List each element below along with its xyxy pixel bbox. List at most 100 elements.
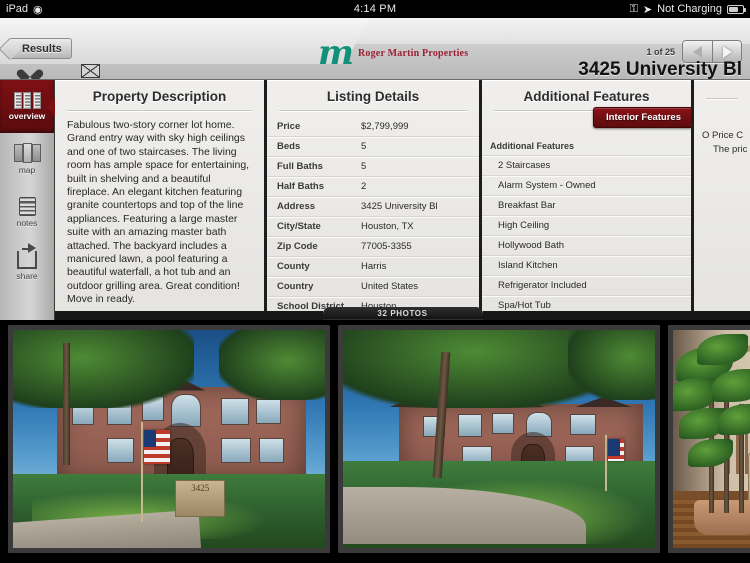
pager-count-label: 1 of 25	[646, 46, 675, 57]
american-flag	[144, 430, 171, 465]
list-item: Alarm System - Owned	[482, 176, 691, 196]
table-row: Full Baths 5	[267, 157, 479, 177]
detail-area: overview map notes share Property Descri…	[0, 80, 750, 320]
row-value: 5	[361, 161, 367, 172]
tree-canopy	[567, 330, 655, 400]
photos-tab-handle[interactable]: 32 PHOTOS	[322, 307, 483, 320]
location-arrow-icon: ➤	[642, 3, 653, 16]
contact-button[interactable]: Contact	[68, 62, 112, 79]
save-button[interactable]: Save	[8, 62, 52, 79]
sidebar-item-map-label: map	[18, 165, 36, 175]
additional-features-panel: Additional Features Interior Features Ad…	[482, 80, 694, 320]
brand-logo: m Roger Martin Properties	[318, 36, 469, 70]
table-row: Beds 5	[267, 137, 479, 157]
table-row: City/State Houston, TX	[267, 217, 479, 237]
share-arrow-icon	[17, 242, 37, 269]
table-row: Half Baths 2	[267, 177, 479, 197]
toolbar-actions: Save Contact	[8, 62, 112, 79]
photo-thumbnail[interactable]	[338, 325, 660, 553]
listing-details-table: Price $2,799,999 Beds 5 Full Baths 5 Half B…	[267, 117, 479, 320]
sidebar-item-map[interactable]: map	[0, 133, 54, 186]
photo-strip[interactable]: 3425	[0, 320, 750, 563]
front-exterior-with-flag-photo: 3425	[13, 330, 325, 548]
columns-icon	[13, 92, 41, 109]
row-value: United States	[361, 281, 419, 292]
sidebar-item-overview-label: overview	[8, 111, 46, 121]
listing-details-title: Listing Details	[326, 89, 420, 104]
list-item: Breakfast Bar	[482, 196, 691, 216]
row-value: 77005-3355	[361, 241, 412, 252]
triangle-right-icon	[722, 45, 732, 58]
photo-thumbnail[interactable]	[668, 325, 750, 553]
overview-panels: Property Description Fabulous two-story …	[55, 80, 750, 320]
divider	[279, 110, 467, 111]
status-bar: iPad ◉ 4:14 PM ⚿ ➤ Not Charging	[0, 0, 750, 18]
row-value: 2	[361, 181, 367, 192]
folded-map-icon	[13, 143, 41, 163]
property-description-title: Property Description	[92, 89, 227, 104]
row-value: Harris	[361, 261, 387, 272]
list-item: Refrigerator Included	[482, 276, 691, 296]
tree-canopy	[218, 330, 325, 400]
table-row: Price $2,799,999	[267, 117, 479, 137]
listing-header: 3425 University Bl $2.8m · 5 bed · 5 bat…	[578, 59, 742, 80]
page-title: 3425 University Bl	[578, 59, 742, 80]
divider	[706, 98, 738, 99]
tree-trunk	[62, 343, 70, 466]
tree-canopy	[13, 330, 194, 409]
sidebar-item-notes[interactable]: notes	[0, 186, 54, 239]
interior-entry-plant-photo	[673, 330, 750, 548]
list-item: High Ceiling	[482, 216, 691, 236]
tab-shoulder-left	[55, 311, 323, 320]
list-item: Hollywood Bath	[482, 236, 691, 256]
row-key: Country	[277, 281, 314, 292]
row-key: Beds	[277, 141, 301, 152]
sidebar-item-share-label: share	[16, 270, 38, 281]
list-item: Island Kitchen	[482, 256, 691, 276]
divider	[67, 110, 252, 111]
row-key: Zip Code	[277, 241, 318, 252]
brand-name-label: Roger Martin Properties	[357, 47, 469, 59]
additional-features-title: Additional Features	[523, 89, 650, 104]
flag-pole	[140, 421, 143, 522]
table-row: County Harris	[267, 257, 479, 277]
row-value: 5	[361, 141, 367, 152]
heart-icon	[8, 62, 52, 79]
left-sidebar: overview map notes share	[0, 80, 55, 320]
app-toolbar: Results Save Contact m Roger Martin Prop…	[0, 18, 750, 80]
envelope-icon	[68, 62, 112, 79]
row-value: Houston, TX	[361, 221, 414, 232]
row-key: City/State	[277, 221, 321, 232]
table-row: Address 3425 University Bl	[267, 197, 479, 217]
row-key: Price	[277, 121, 301, 132]
interior-features-tab[interactable]: Interior Features	[593, 107, 691, 128]
row-key: Full Baths	[277, 161, 323, 172]
list-item: 2 Staircases	[482, 156, 691, 176]
row-key: Address	[277, 201, 316, 212]
rotation-lock-icon: ⚿	[629, 2, 638, 15]
notepad-icon	[18, 197, 36, 216]
price-change-line-1: O Price C	[702, 130, 744, 141]
sidebar-item-notes-label: notes	[16, 218, 38, 228]
address-sign: 3425	[175, 480, 226, 518]
table-row: Zip Code 77005-3355	[267, 237, 479, 257]
price-change-line-2: The pric	[713, 144, 748, 155]
sidebar-item-share[interactable]: share	[0, 239, 54, 292]
sidebar-item-overview[interactable]: overview	[0, 80, 55, 133]
flag-pole	[605, 434, 608, 492]
photo-thumbnail[interactable]: 3425	[8, 325, 330, 553]
tab-shoulder-right	[482, 311, 750, 320]
battery-status-label: Not Charging	[657, 3, 722, 15]
listing-details-panel: Listing Details Price $2,799,999 Beds 5 Fu…	[267, 80, 482, 320]
back-button-label: Results	[22, 42, 62, 55]
american-flag	[608, 439, 625, 461]
row-value: 3425 University Bl	[361, 201, 438, 212]
status-bar-right: ⚿ ➤ Not Charging	[629, 2, 746, 16]
price-change-body: O Price C The pric	[694, 105, 750, 157]
battery-icon	[727, 4, 746, 14]
property-description-text: Fabulous two-story corner lot home. Gran…	[67, 119, 250, 306]
price-change-panel: O Price C The pric	[694, 80, 750, 320]
property-description-panel: Property Description Fabulous two-story …	[55, 80, 267, 320]
table-row: Country United States	[267, 277, 479, 297]
back-to-results-button[interactable]: Results	[8, 38, 72, 59]
